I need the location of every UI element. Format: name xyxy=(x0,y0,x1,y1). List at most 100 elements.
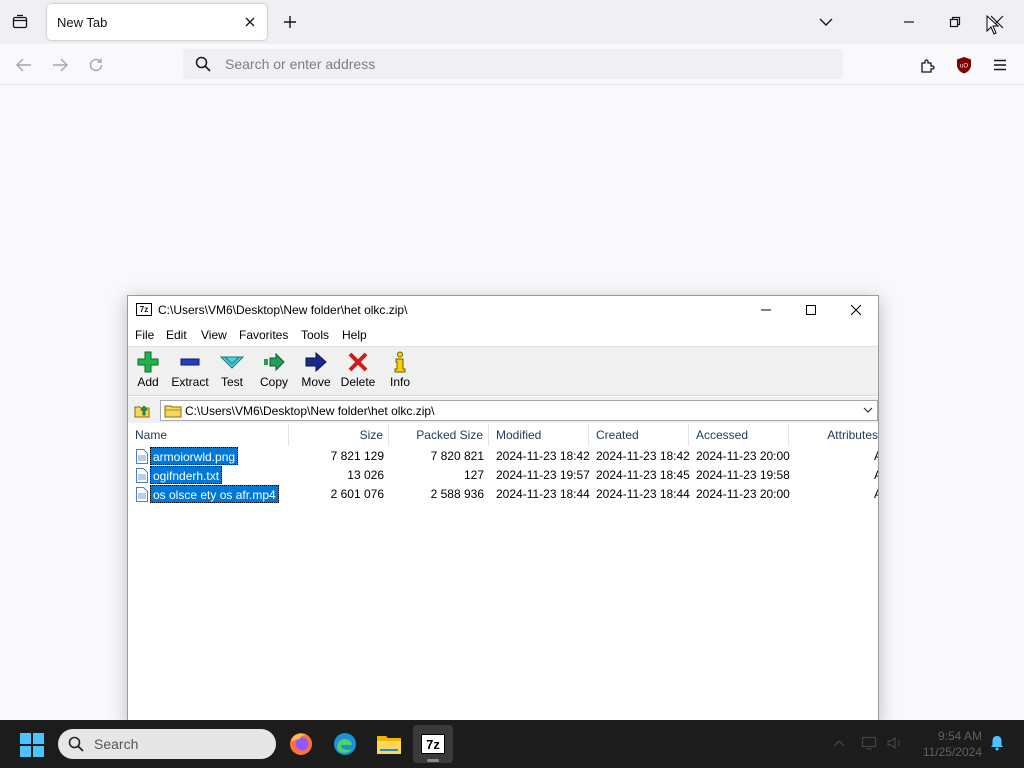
taskbar-search[interactable]: Search xyxy=(58,729,276,759)
taskbar-file-explorer[interactable] xyxy=(369,725,409,763)
mouse-cursor-icon xyxy=(986,15,1000,35)
file-explorer-icon xyxy=(377,736,401,754)
network-button[interactable] xyxy=(858,732,880,754)
notifications-button[interactable] xyxy=(986,732,1008,754)
column-created[interactable]: Created xyxy=(589,424,689,446)
svg-text:uO: uO xyxy=(960,64,968,70)
forward-button[interactable] xyxy=(49,54,71,76)
file-accessed: 2024-11-23 20:00 xyxy=(696,487,790,501)
browser-restore-button[interactable] xyxy=(944,12,966,32)
folder-up-icon xyxy=(134,405,150,418)
firefox-icon xyxy=(290,733,312,755)
add-label: Add xyxy=(137,375,159,389)
7zip-address-bar: C:\Users\VM6\Desktop\New folder\het olkc… xyxy=(128,397,878,423)
back-arrow-icon xyxy=(16,58,31,72)
tab-title: New Tab xyxy=(57,15,108,30)
7zip-title-bar[interactable]: 7z C:\Users\VM6\Desktop\New folder\het o… xyxy=(128,296,878,324)
back-button[interactable] xyxy=(13,54,35,76)
file-accessed: 2024-11-23 19:58 xyxy=(696,468,790,482)
chevron-down-icon xyxy=(863,407,873,413)
7zip-close-button[interactable] xyxy=(841,300,871,320)
tab-new-tab[interactable]: New Tab xyxy=(47,4,267,40)
show-hidden-icons-button[interactable] xyxy=(828,732,850,754)
file-modified: 2024-11-23 18:42 xyxy=(496,449,590,463)
search-icon xyxy=(68,736,84,752)
file-name[interactable]: os olsce ety os afr.mp4 xyxy=(150,485,279,503)
edge-icon xyxy=(334,733,356,755)
7zip-icon: 7z xyxy=(421,734,445,754)
file-packed-size: 7 820 821 xyxy=(430,449,484,463)
close-icon xyxy=(850,304,862,316)
file-attributes: A xyxy=(874,468,878,482)
info-label: Info xyxy=(389,375,410,389)
delete-icon xyxy=(348,352,368,372)
test-icon xyxy=(220,356,244,369)
file-name[interactable]: ogifnderh.txt xyxy=(150,466,223,484)
copy-button[interactable]: Copy xyxy=(252,351,296,393)
tab-close-button[interactable] xyxy=(241,13,259,31)
close-icon xyxy=(245,17,255,27)
address-bar[interactable] xyxy=(183,49,843,79)
file-icon xyxy=(136,468,148,483)
menu-tools[interactable]: Tools xyxy=(301,328,329,342)
delete-button[interactable]: Delete xyxy=(336,351,380,393)
extensions-button[interactable] xyxy=(917,54,939,76)
menu-file[interactable]: File xyxy=(135,328,154,342)
forward-arrow-icon xyxy=(53,58,68,72)
window-title: C:\Users\VM6\Desktop\New folder\het olkc… xyxy=(158,303,408,317)
menu-view[interactable]: View xyxy=(201,328,227,342)
column-packed-size[interactable]: Packed Size xyxy=(389,424,489,446)
7zip-menu-bar: File Edit View Favorites Tools Help xyxy=(128,324,878,346)
tab-overview-button[interactable] xyxy=(8,11,32,33)
plus-icon xyxy=(284,16,296,28)
column-size[interactable]: Size xyxy=(289,424,389,446)
clock[interactable]: 9:54 AM 11/25/2024 xyxy=(906,728,982,760)
7zip-app-icon: 7z xyxy=(136,303,152,316)
menu-help[interactable]: Help xyxy=(342,328,367,342)
file-accessed: 2024-11-23 20:00 xyxy=(696,449,790,463)
7zip-minimize-button[interactable] xyxy=(751,300,781,320)
7zip-maximize-button[interactable] xyxy=(796,300,826,320)
test-button[interactable]: Test xyxy=(210,351,254,393)
hamburger-menu-icon xyxy=(994,59,1006,71)
browser-minimize-button[interactable] xyxy=(898,12,920,32)
column-modified[interactable]: Modified xyxy=(489,424,589,446)
taskbar-edge[interactable] xyxy=(325,725,365,763)
start-button[interactable] xyxy=(20,733,44,760)
file-row[interactable]: os olsce ety os afr.mp4 2 601 076 2 588 … xyxy=(128,485,878,504)
column-accessed[interactable]: Accessed xyxy=(689,424,789,446)
file-created: 2024-11-23 18:42 xyxy=(596,449,690,463)
add-button[interactable]: Add xyxy=(126,351,170,393)
menu-edit[interactable]: Edit xyxy=(166,328,187,342)
file-list-header: Name Size Packed Size Modified Created A… xyxy=(128,424,878,446)
menu-favorites[interactable]: Favorites xyxy=(239,328,288,342)
taskbar-7zip[interactable]: 7z xyxy=(413,725,453,763)
file-name[interactable]: armoiorwld.png xyxy=(150,447,239,465)
file-row[interactable]: armoiorwld.png 7 821 129 7 820 821 2024-… xyxy=(128,447,878,466)
windows-logo-icon xyxy=(20,733,44,757)
reload-button[interactable] xyxy=(85,54,107,76)
column-attributes[interactable]: Attributes xyxy=(789,424,878,446)
address-input[interactable] xyxy=(225,53,825,75)
svg-text:7z: 7z xyxy=(426,737,440,752)
file-row[interactable]: ogifnderh.txt 13 026 127 2024-11-23 19:5… xyxy=(128,466,878,485)
column-name[interactable]: Name xyxy=(128,424,289,446)
list-all-tabs-button[interactable] xyxy=(816,12,836,32)
parent-folder-button[interactable] xyxy=(132,401,152,419)
move-icon xyxy=(305,351,327,373)
file-size: 2 601 076 xyxy=(330,487,384,501)
move-button[interactable]: Move xyxy=(294,351,338,393)
new-tab-button[interactable] xyxy=(280,12,300,32)
info-button[interactable]: Info xyxy=(378,351,422,393)
file-icon xyxy=(136,487,148,502)
extract-button[interactable]: Extract xyxy=(168,351,212,393)
path-combobox[interactable]: C:\Users\VM6\Desktop\New folder\het olkc… xyxy=(160,400,878,421)
taskbar-firefox[interactable] xyxy=(281,725,321,763)
minimize-icon xyxy=(761,309,771,311)
file-packed-size: 127 xyxy=(463,468,484,482)
taskbar-search-label: Search xyxy=(94,736,139,752)
ublock-origin-button[interactable]: uO xyxy=(953,54,975,76)
clock-date: 11/25/2024 xyxy=(922,745,982,759)
volume-button[interactable] xyxy=(884,732,906,754)
app-menu-button[interactable] xyxy=(989,54,1011,76)
